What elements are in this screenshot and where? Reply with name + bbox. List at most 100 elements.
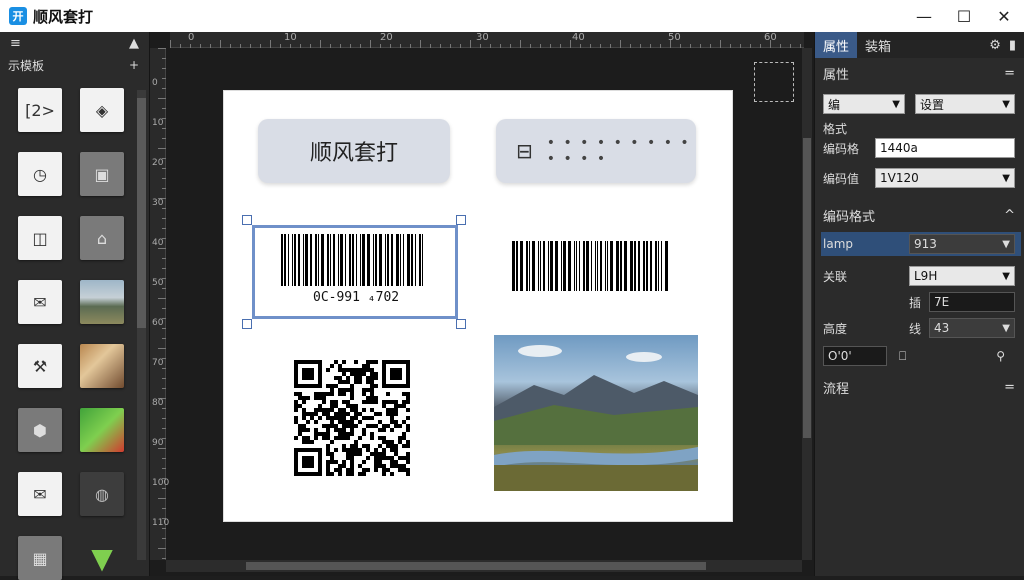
sub-input-1[interactable]: 7E	[929, 292, 1015, 312]
panel-scroll-thumb[interactable]	[137, 98, 146, 328]
canvas-vertical-scrollbar[interactable]	[802, 48, 812, 560]
qr-module	[406, 468, 410, 472]
lamp-select[interactable]: 913 ▼	[909, 234, 1015, 254]
qr-module	[358, 436, 362, 440]
canvas-hscroll-thumb[interactable]	[246, 562, 706, 570]
qr-module	[386, 444, 390, 448]
ruler-label: 90	[152, 438, 164, 448]
chevron-up-icon[interactable]: ^	[1004, 208, 1015, 223]
hammer-template-icon[interactable]: ⚒	[18, 344, 62, 388]
close-button[interactable]: ✕	[984, 0, 1024, 32]
envelope-template-icon[interactable]: ✉	[18, 280, 62, 324]
qr-module	[362, 416, 366, 420]
code-select-2[interactable]: 1V120 ▼	[875, 168, 1015, 188]
more-icon[interactable]: ▮	[1009, 38, 1016, 53]
search-icon[interactable]: ⚲	[996, 349, 1005, 363]
qr-module	[342, 368, 346, 372]
barcode-bar	[655, 241, 657, 291]
qr-module	[366, 424, 370, 428]
texture-template-icon[interactable]: ▦	[18, 536, 62, 580]
small-input[interactable]: O'0'	[823, 346, 887, 366]
qr-module	[326, 424, 330, 428]
ruler-tick	[620, 40, 621, 48]
qr-module	[390, 448, 394, 452]
canvas-vscroll-thumb[interactable]	[803, 138, 811, 438]
qr-module	[354, 408, 358, 412]
tab-properties[interactable]: 属性	[815, 32, 858, 58]
vertical-ruler: 0 10 20 30 40 50 60 70 80 90 100 110	[150, 48, 169, 560]
key-label: 关联	[823, 269, 848, 284]
gear-icon[interactable]: ⚙	[989, 38, 1001, 53]
selected-barcode-element[interactable]: 0C-991 ₄702	[252, 225, 458, 319]
height-select[interactable]: 43 ▼	[929, 318, 1015, 338]
qr-code-element[interactable]	[294, 357, 410, 479]
panel-scrollbar[interactable]	[137, 90, 146, 560]
photo-template-icon[interactable]	[80, 344, 124, 388]
qr-module	[302, 400, 306, 404]
canvas-horizontal-scrollbar[interactable]	[166, 560, 802, 572]
title-text-element[interactable]: 顺风套打	[258, 119, 450, 183]
menu-icon[interactable]: ≡	[10, 36, 21, 51]
type-select[interactable]: 编 ▼	[823, 94, 905, 114]
qr-module	[338, 468, 342, 472]
ruler-tick	[180, 44, 181, 48]
maximize-button[interactable]: ☐	[944, 0, 984, 32]
qr-module	[406, 452, 410, 456]
map-template-icon[interactable]	[80, 408, 124, 452]
qr-module	[402, 464, 406, 468]
encoding-section-header[interactable]: 编码格式 ^	[815, 202, 1024, 228]
chevron-down-icon: ▼	[1002, 322, 1010, 334]
tab-packing[interactable]: 装箱	[857, 32, 899, 58]
grid-icon[interactable]: ⎕	[899, 349, 906, 364]
flow-section-header[interactable]: 流程 =	[815, 374, 1024, 400]
barcode-bar	[352, 234, 354, 286]
ruler-tick	[590, 44, 591, 48]
qr-module	[318, 416, 322, 420]
ruler-tick	[158, 148, 166, 149]
fit-page-icon[interactable]	[754, 62, 794, 102]
minimize-button[interactable]: —	[904, 0, 944, 32]
qr-module	[294, 392, 298, 396]
code-label-1: 编码格	[823, 141, 860, 156]
code-input-1[interactable]: 1440a	[875, 138, 1015, 158]
properties-section-header[interactable]: 属性 =	[815, 60, 1024, 86]
barcode-element-2[interactable]	[512, 241, 669, 291]
bucket-template-icon[interactable]: ◍	[80, 472, 124, 516]
qr-module	[362, 444, 366, 448]
cone-template-icon[interactable]: ▼	[80, 536, 124, 580]
barcode-bar	[422, 234, 423, 286]
collapse-icon[interactable]: =	[1004, 380, 1015, 395]
barcode-bar	[616, 241, 619, 291]
qr-module	[294, 436, 298, 440]
card-template-icon[interactable]: ▣	[80, 152, 124, 196]
resize-handle-tl[interactable]	[242, 215, 252, 225]
mode-select[interactable]: 设置 ▼	[915, 94, 1015, 114]
qr-module	[406, 408, 410, 412]
add-template-button[interactable]: +	[129, 58, 139, 72]
qr-module	[306, 436, 310, 440]
qr-module	[382, 464, 386, 468]
qr-module	[318, 360, 322, 388]
open-envelope-template-icon[interactable]: ✉	[18, 472, 62, 516]
label-page[interactable]: 顺风套打 ⊟ • • • • • • • • • • • • • 0C-991 …	[223, 90, 733, 522]
collapse-up-icon[interactable]: ▲	[129, 36, 139, 51]
key-select[interactable]: L9H ▼	[909, 266, 1015, 286]
clock-template-icon[interactable]: ◷	[18, 152, 62, 196]
resize-handle-br[interactable]	[456, 319, 466, 329]
qr-module	[326, 436, 330, 440]
ruler-tick	[162, 228, 166, 229]
barcode-template-icon[interactable]: [2>	[18, 88, 62, 132]
wifi-template-icon[interactable]: ◈	[80, 88, 124, 132]
home-template-icon[interactable]: ⌂	[80, 216, 124, 260]
qr-module	[366, 376, 370, 380]
resize-handle-bl[interactable]	[242, 319, 252, 329]
landscape-template-icon[interactable]	[80, 280, 124, 324]
collapse-icon[interactable]: =	[1004, 66, 1015, 81]
resize-handle-tr[interactable]	[456, 215, 466, 225]
ruler-label: 20	[380, 32, 393, 43]
qr-module	[338, 432, 342, 436]
file-template-icon[interactable]: ◫	[18, 216, 62, 260]
icon-line-element[interactable]: ⊟ • • • • • • • • • • • • •	[496, 119, 696, 183]
landscape-image-element[interactable]	[494, 335, 698, 491]
box-template-icon[interactable]: ⬢	[18, 408, 62, 452]
